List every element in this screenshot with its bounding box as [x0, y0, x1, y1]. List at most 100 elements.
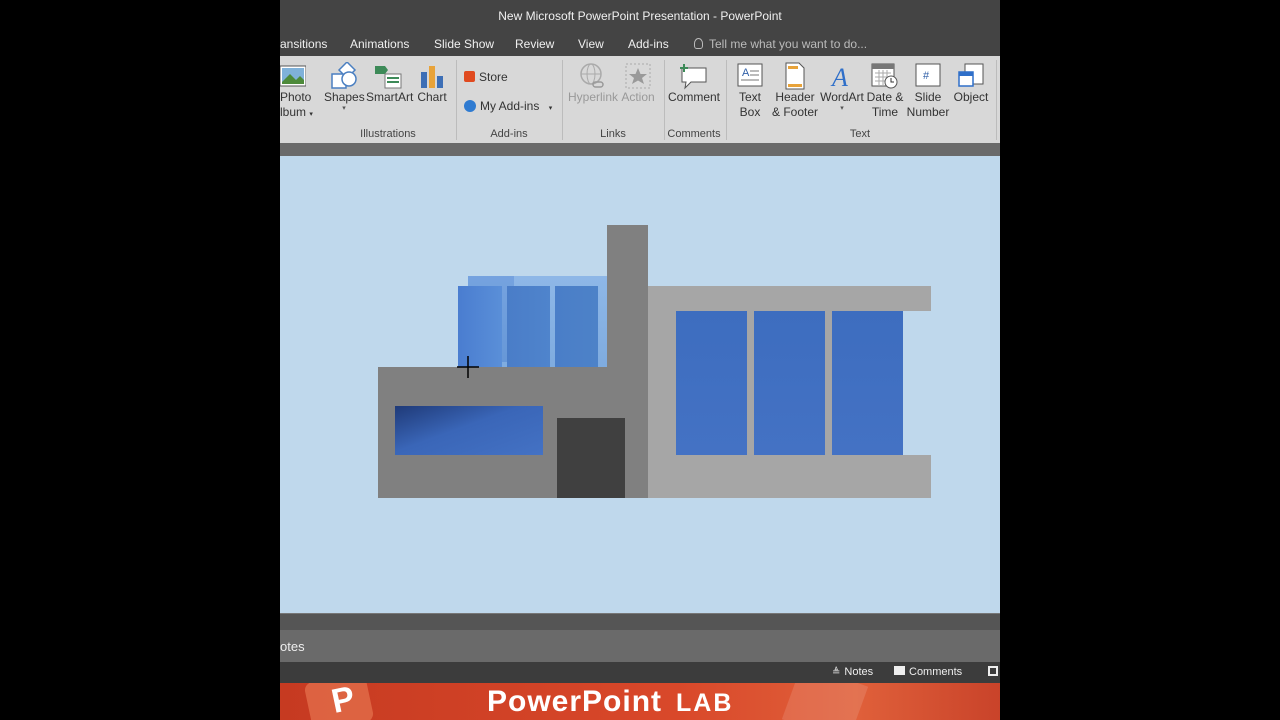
- comment-icon: [680, 64, 707, 90]
- status-bar: ≜ Notes Comments: [280, 662, 1000, 683]
- dropdown-arrow-icon: ▾: [840, 105, 844, 112]
- calendar-clock-icon: [871, 63, 898, 89]
- store-icon: [464, 71, 475, 82]
- object-icon: [958, 63, 984, 87]
- svg-text:#: #: [923, 70, 930, 82]
- action-button[interactable]: Action: [620, 62, 656, 105]
- svg-text:A: A: [742, 67, 750, 79]
- tab-slide-show[interactable]: Slide Show: [434, 37, 494, 51]
- text-box-button[interactable]: A Text Box: [734, 62, 766, 120]
- text-box-label-1: Text: [738, 90, 761, 104]
- door[interactable]: [557, 418, 625, 498]
- my-addins-button[interactable]: My Add-ins ▾: [464, 99, 552, 116]
- date-time-button[interactable]: Date & Time: [866, 62, 904, 120]
- normal-view-icon[interactable]: [988, 666, 998, 676]
- title-bar: New Microsoft PowerPoint Presentation - …: [280, 0, 1000, 33]
- object-label: Object: [953, 90, 989, 104]
- my-addins-label: My Add-ins: [480, 99, 540, 113]
- right-window-2[interactable]: [754, 311, 825, 455]
- hyperlink-button[interactable]: Hyperlink: [568, 62, 618, 105]
- wordart-button[interactable]: A WordArt ▾: [820, 62, 864, 113]
- store-button[interactable]: Store: [464, 70, 508, 85]
- tell-me-box[interactable]: Tell me what you want to do...: [694, 37, 867, 51]
- photo-album-icon: [280, 65, 306, 87]
- ribbon-bottom-strip: [280, 143, 1000, 156]
- wordart-label: WordArt: [820, 90, 864, 104]
- powerpoint-lab-banner: P PowerPoint LAB: [280, 683, 1000, 720]
- group-separator: [562, 60, 563, 140]
- dropdown-arrow-icon: ▾: [548, 105, 553, 112]
- right-window-1[interactable]: [676, 311, 747, 455]
- illustrations-group-label: Illustrations: [360, 128, 416, 140]
- smartart-button[interactable]: SmartArt: [366, 62, 414, 105]
- tab-transitions[interactable]: ansitions: [280, 37, 327, 51]
- my-addins-icon: [464, 100, 476, 112]
- banner-title-lab: LAB: [676, 689, 734, 717]
- slide-number-button[interactable]: # Slide Number: [906, 62, 950, 120]
- action-star-icon: [625, 63, 651, 89]
- shapes-icon: [331, 62, 357, 89]
- object-button[interactable]: Object: [952, 62, 990, 105]
- right-window-3[interactable]: [832, 311, 903, 455]
- group-separator: [664, 60, 665, 140]
- banner-decoration: [781, 683, 869, 720]
- group-separator: [726, 60, 727, 140]
- header-footer-label-2: & Footer: [771, 105, 819, 119]
- chart-icon: [421, 66, 443, 88]
- powerpoint-window: New Microsoft PowerPoint Presentation - …: [280, 0, 1000, 720]
- crosshair-cursor-icon: [457, 356, 479, 378]
- window-title: New Microsoft PowerPoint Presentation - …: [498, 9, 782, 23]
- header-footer-button[interactable]: Header & Footer: [770, 62, 820, 120]
- slide-canvas[interactable]: [280, 156, 1000, 613]
- right-notch: [903, 311, 931, 455]
- shapes-button[interactable]: Shapes ▾: [324, 62, 365, 113]
- ribbon-tabs: ansitions Animations Slide Show Review V…: [280, 33, 1000, 56]
- header-footer-label-1: Header: [775, 90, 815, 104]
- dropdown-arrow-icon: ▾: [342, 105, 346, 112]
- notes-placeholder: otes: [280, 639, 305, 654]
- store-label: Store: [479, 70, 508, 84]
- hyperlink-label: Hyperlink: [568, 90, 619, 104]
- notes-icon: ≜: [832, 667, 841, 678]
- dropdown-arrow-icon: ▾: [309, 111, 313, 118]
- notes-pane[interactable]: otes: [280, 630, 1000, 662]
- chart-label: Chart: [417, 90, 447, 104]
- banner-title: PowerPoint LAB: [487, 683, 733, 720]
- wordart-icon: A: [830, 63, 848, 90]
- smartart-label: SmartArt: [366, 90, 414, 104]
- smartart-icon: [375, 66, 402, 89]
- chart-button[interactable]: Chart: [414, 62, 450, 105]
- upper-window-3[interactable]: [555, 286, 598, 368]
- comments-toggle[interactable]: Comments: [894, 666, 962, 678]
- banner-title-main: PowerPoint: [487, 685, 663, 718]
- tab-add-ins[interactable]: Add-ins: [628, 37, 669, 51]
- tab-review[interactable]: Review: [515, 37, 554, 51]
- slide-number-label-2: Number: [906, 105, 950, 119]
- action-label: Action: [621, 90, 655, 104]
- text-box-label-2: Box: [739, 105, 761, 119]
- tab-view[interactable]: View: [578, 37, 604, 51]
- comments-group-label: Comments: [667, 128, 721, 140]
- photo-album-label-2: lbum: [280, 105, 307, 119]
- shapes-label: Shapes: [324, 90, 365, 104]
- text-box-icon: A: [737, 63, 763, 87]
- tell-me-text: Tell me what you want to do...: [709, 37, 868, 51]
- group-separator: [456, 60, 457, 140]
- tab-animations[interactable]: Animations: [350, 37, 409, 51]
- header-footer-icon: [785, 62, 805, 90]
- lower-left-window[interactable]: [395, 406, 543, 455]
- group-separator: [996, 60, 997, 140]
- comments-toggle-label: Comments: [909, 666, 963, 678]
- upper-window-2[interactable]: [507, 286, 550, 368]
- notes-toggle[interactable]: ≜ Notes: [832, 666, 873, 678]
- slide-number-label-1: Slide: [914, 90, 942, 104]
- slide-number-icon: #: [915, 63, 941, 87]
- text-group-label: Text: [849, 128, 871, 140]
- slide-scroll-area: [280, 613, 1000, 631]
- ribbon: Photo lbum ▾ Shapes ▾ SmartArt Chart Ill…: [280, 56, 1000, 143]
- svg-text:A: A: [830, 63, 848, 90]
- comment-button[interactable]: Comment: [668, 62, 720, 105]
- addins-group-label: Add-ins: [490, 128, 528, 140]
- date-time-label-2: Time: [871, 105, 899, 119]
- photo-album-button[interactable]: Photo lbum ▾: [280, 64, 313, 122]
